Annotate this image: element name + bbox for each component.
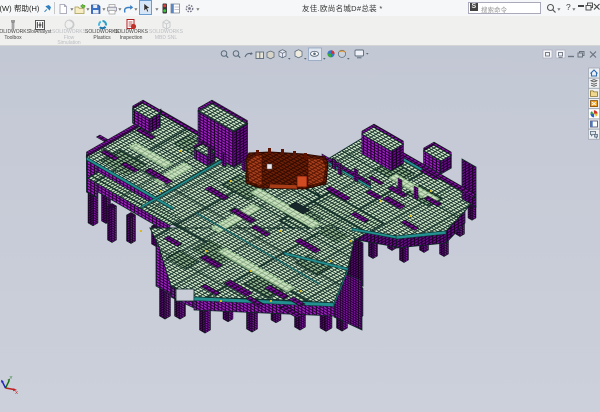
svg-text:X: X xyxy=(15,390,18,395)
svg-text:Y: Y xyxy=(10,375,13,380)
